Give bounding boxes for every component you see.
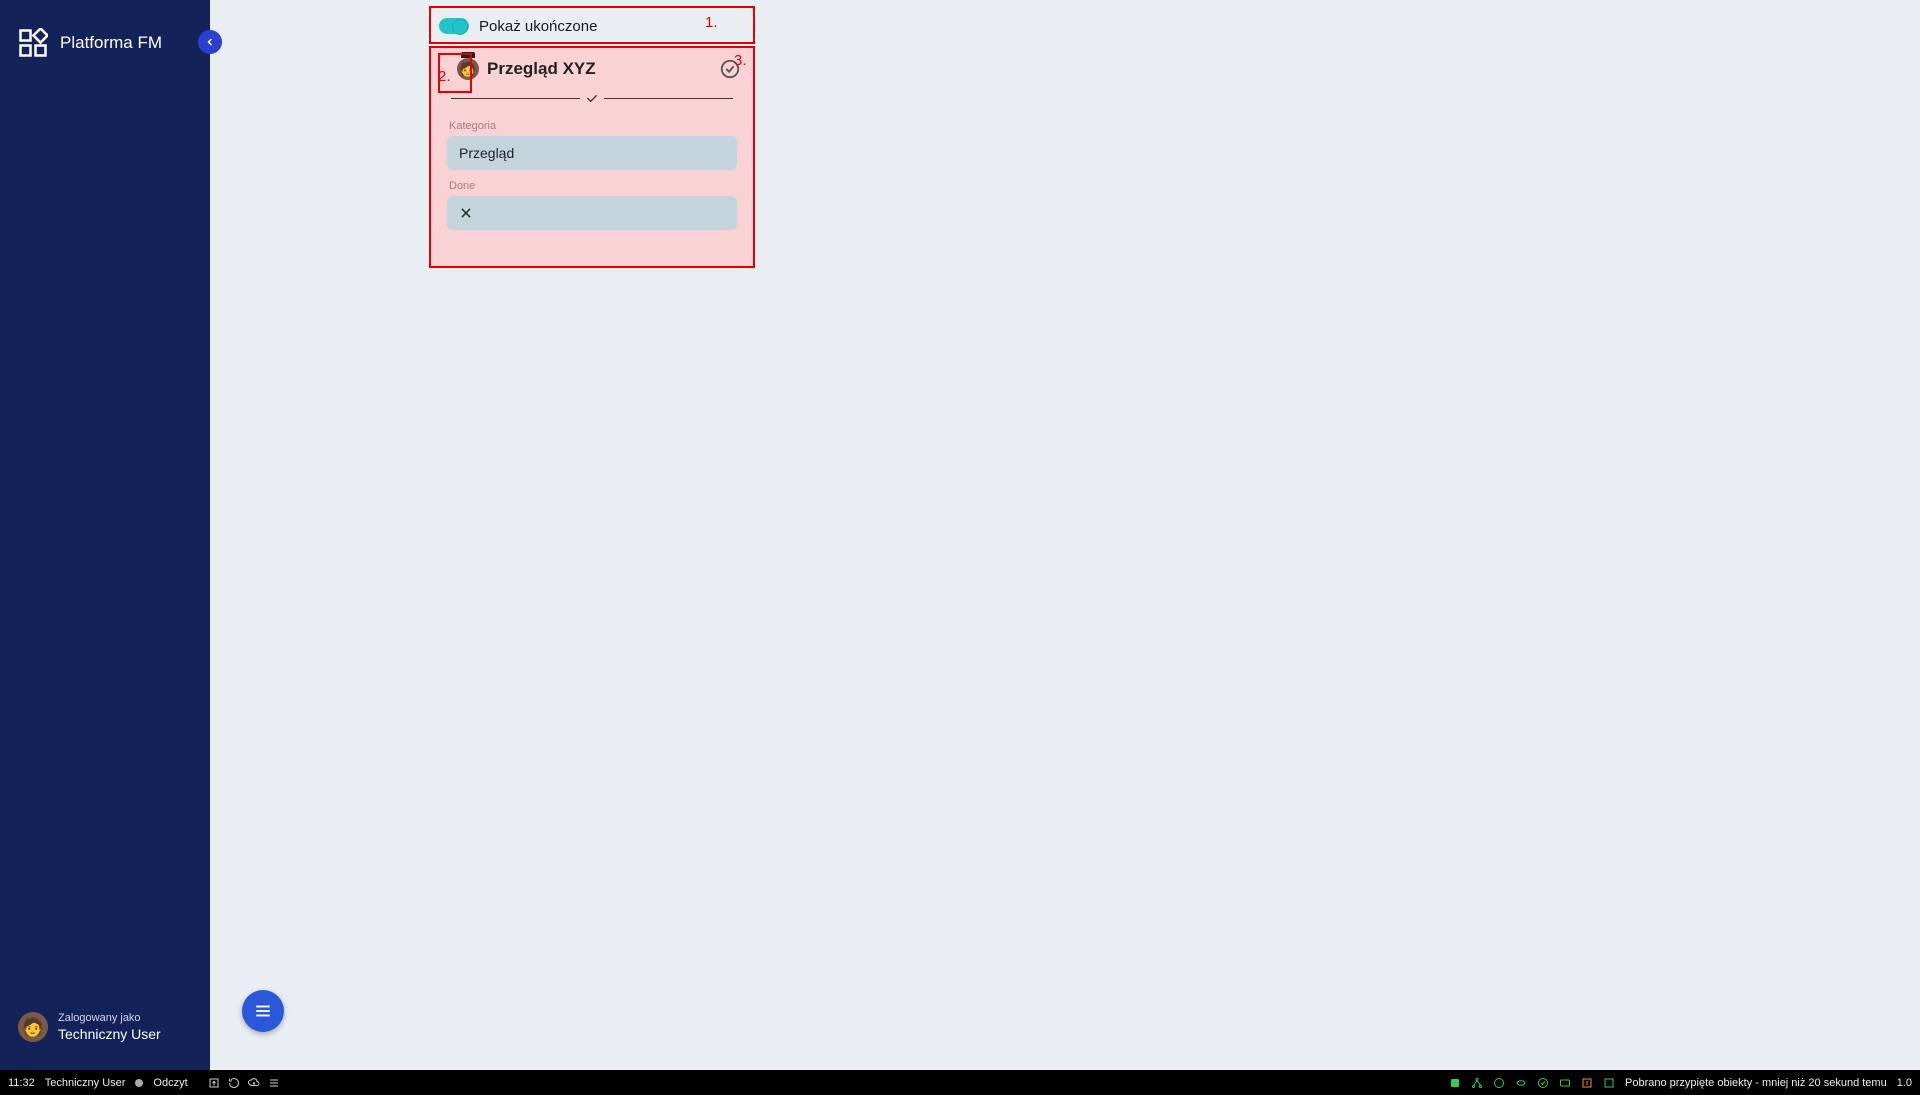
status-dot-icon	[135, 1079, 143, 1087]
status-icon-4	[1515, 1077, 1527, 1089]
sidebar-header: Platforma FM	[0, 0, 210, 86]
status-mode: Odczyt	[153, 1077, 187, 1089]
annotation-label-2: 2.	[438, 68, 451, 85]
cloud-upload-icon[interactable]	[248, 1077, 260, 1089]
fab-menu-button[interactable]	[242, 990, 284, 1032]
status-icon-7	[1581, 1077, 1593, 1089]
status-version: 1.0	[1897, 1077, 1912, 1089]
refresh-icon[interactable]	[228, 1077, 240, 1089]
status-left-icons	[208, 1077, 280, 1089]
list-icon[interactable]	[268, 1077, 280, 1089]
status-bar: 11:32 Techniczny User Odczyt Pobrano prz…	[0, 1070, 1920, 1095]
export-icon[interactable]	[208, 1077, 220, 1089]
sidebar-user-block[interactable]: 🧑 Zalogowany jako Techniczny User	[0, 998, 210, 1070]
status-icon-3	[1493, 1077, 1505, 1089]
logged-in-user-name: Techniczny User	[58, 1026, 161, 1042]
sidebar-collapse-button[interactable]	[198, 30, 222, 54]
sidebar: Platforma FM 🧑 Zalogowany jako Techniczn…	[0, 0, 210, 1070]
annotation-box-card	[429, 46, 755, 268]
status-time: 11:32	[8, 1077, 35, 1089]
status-user: Techniczny User	[45, 1077, 126, 1089]
status-icon-6	[1559, 1077, 1571, 1089]
logged-in-as-label: Zalogowany jako	[58, 1012, 161, 1024]
status-icon-8	[1603, 1077, 1615, 1089]
user-avatar-icon: 🧑	[18, 1012, 48, 1042]
app-logo-icon	[18, 28, 48, 58]
main-content: Pokaż ukończone 🧑 Przegląd XYZ Kategoria…	[210, 0, 1920, 1070]
status-message: Pobrano przypięte obiekty - mniej niż 20…	[1625, 1077, 1887, 1089]
status-icon-2	[1471, 1077, 1483, 1089]
sidebar-user-text: Zalogowany jako Techniczny User	[58, 1012, 161, 1042]
status-icon-1	[1449, 1077, 1461, 1089]
status-icon-5	[1537, 1077, 1549, 1089]
annotation-label-3: 3.	[734, 52, 747, 69]
annotation-label-1: 1.	[705, 14, 718, 31]
app-title: Platforma FM	[60, 33, 162, 53]
